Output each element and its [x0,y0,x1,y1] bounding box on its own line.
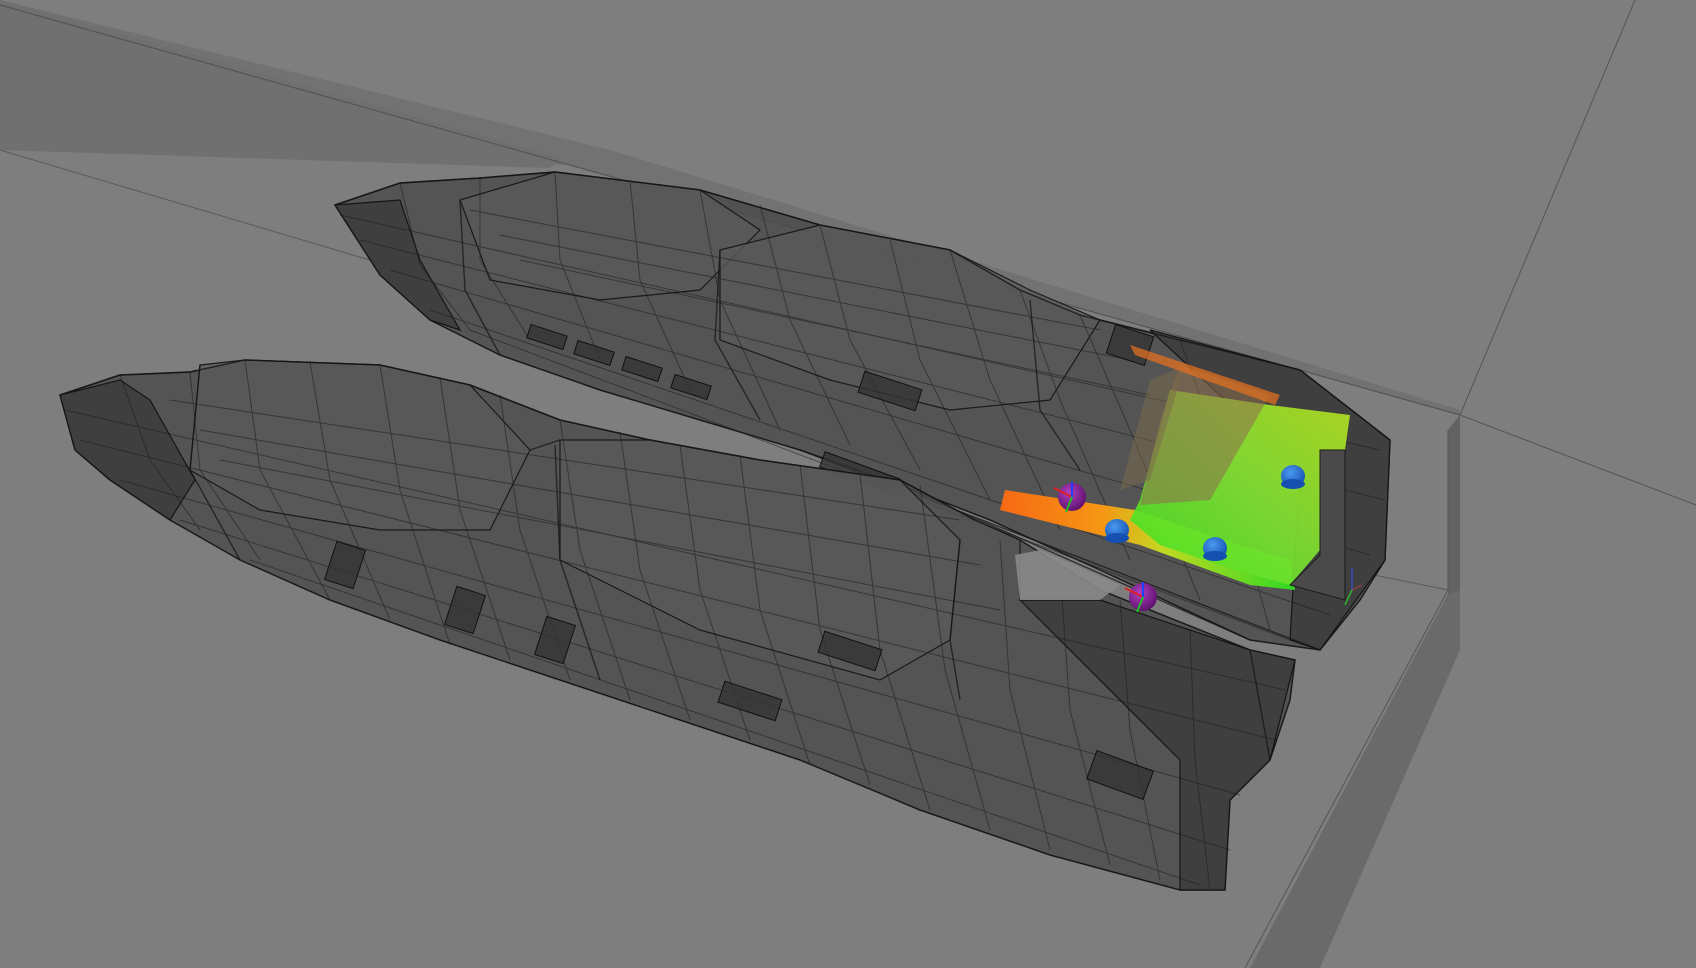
blue-marker-1[interactable] [1281,465,1305,489]
3d-viewport[interactable] [0,0,1696,968]
scene-canvas[interactable] [0,0,1696,968]
blue-marker-3[interactable] [1203,537,1227,561]
blue-marker-2[interactable] [1105,519,1129,543]
